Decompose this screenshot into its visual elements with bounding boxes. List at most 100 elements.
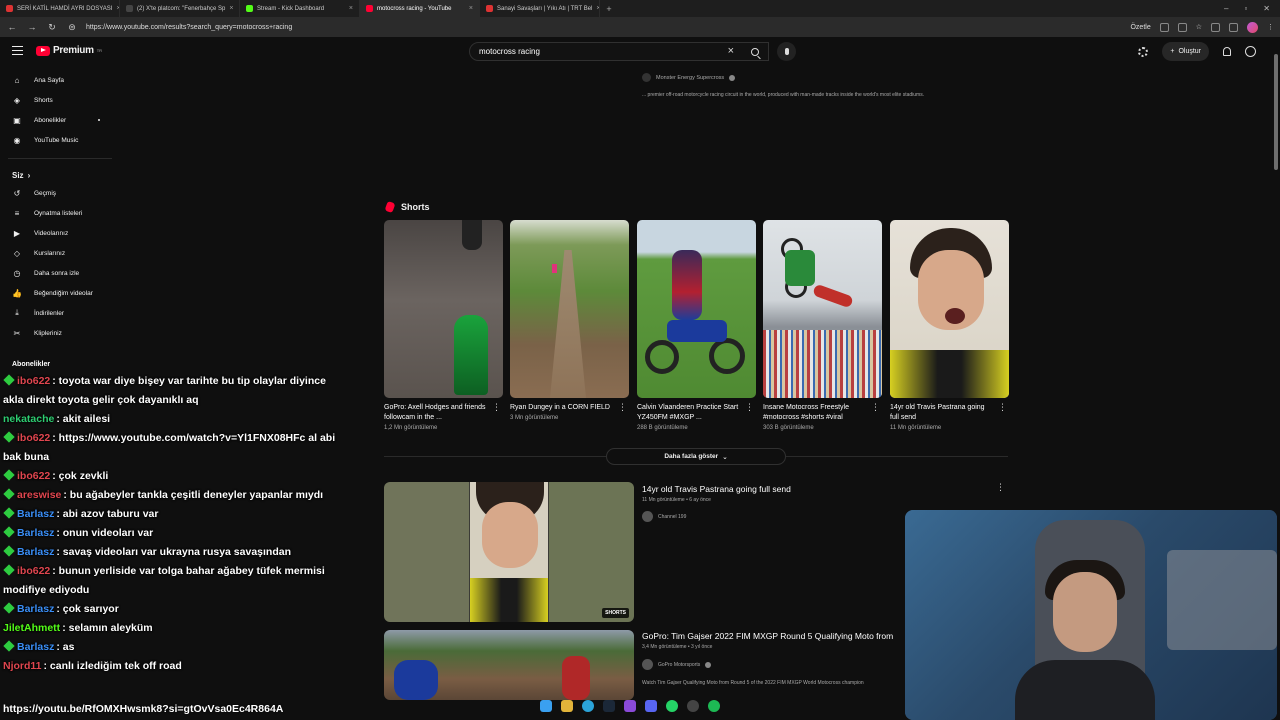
- search-button[interactable]: [741, 42, 769, 61]
- sidebar-item-playlists[interactable]: ≡ Oynatma listeleri: [0, 203, 120, 223]
- create-button[interactable]: + Oluştur: [1162, 42, 1209, 61]
- browser-tab[interactable]: Stream - Kick Dashboard ×: [240, 0, 360, 17]
- extension-gear-icon[interactable]: [1138, 46, 1149, 57]
- reload-icon[interactable]: ↻: [46, 22, 58, 33]
- video-channel[interactable]: GoPro Motorsports: [642, 659, 712, 670]
- video-title[interactable]: 14yr old Travis Pastrana going full send: [642, 484, 791, 494]
- sidebar-item-liked-videos[interactable]: 👍 Beğendiğim videolar: [0, 283, 120, 303]
- clock-icon: ◷: [13, 268, 21, 278]
- short-title-text: 14yr old Travis Pastrana going full send: [890, 404, 985, 421]
- url-field[interactable]: https://www.youtube.com/results?search_q…: [86, 24, 292, 31]
- short-card[interactable]: Ryan Dungey in a CORN FIELD ⋮ 3 Mn görünt…: [510, 220, 629, 421]
- chat-text: : bunun yerliside var tolga bahar ağabey…: [3, 565, 325, 596]
- sidebar-item-your-videos[interactable]: ▶ Videolarınız: [0, 223, 120, 243]
- account-avatar[interactable]: [1245, 46, 1256, 57]
- new-tab-button[interactable]: +: [600, 4, 618, 14]
- forward-icon[interactable]: →: [26, 22, 38, 32]
- video-thumbnail[interactable]: [384, 630, 634, 700]
- youtube-premium-logo[interactable]: Premium TR: [36, 45, 102, 56]
- video-channel[interactable]: Channel 199: [642, 511, 686, 522]
- hamburger-menu-icon[interactable]: [12, 46, 23, 55]
- more-options-icon[interactable]: ⋮: [492, 403, 501, 412]
- voice-search-button[interactable]: [777, 42, 796, 61]
- show-more-button[interactable]: Daha fazla göster ⌄: [606, 448, 786, 465]
- video-thumbnail[interactable]: SHORTS: [384, 482, 634, 622]
- search-input[interactable]: motocross racing ×: [469, 42, 769, 61]
- close-tab-icon[interactable]: ×: [229, 5, 233, 12]
- reader-icon[interactable]: [1159, 22, 1169, 32]
- short-card[interactable]: Calvin Vlaanderen Practice Start YZ450FM…: [637, 220, 756, 431]
- minimize-icon[interactable]: –: [1224, 4, 1228, 13]
- close-window-icon[interactable]: ✕: [1263, 4, 1270, 13]
- profile-avatar[interactable]: [1247, 21, 1258, 33]
- more-options-icon[interactable]: ⋮: [996, 482, 1005, 493]
- sidebar-item-youtube-music[interactable]: ◉ YouTube Music: [0, 130, 120, 150]
- windows-start-icon[interactable]: [540, 700, 552, 712]
- short-thumbnail[interactable]: [890, 220, 1009, 398]
- sidebar-you-header[interactable]: Siz ›: [0, 167, 120, 183]
- bookmark-star-icon[interactable]: ☆: [1196, 23, 1202, 31]
- clear-search-icon[interactable]: ×: [728, 45, 734, 57]
- short-title[interactable]: Insane Motocross Freestyle #motocross #s…: [763, 403, 882, 423]
- tab-label: motocross racing - YouTube: [377, 5, 452, 12]
- short-views: 303 B görüntüleme: [763, 425, 814, 431]
- chat-message: ibo622: çok zevkli: [3, 467, 343, 486]
- sidebar-item-shorts[interactable]: ◈ Shorts: [0, 90, 120, 110]
- verified-icon: [705, 661, 712, 668]
- browser-tab[interactable]: Sanayi Savaşları | Yıkı Atı | TRT Bel×: [480, 0, 600, 17]
- short-thumbnail[interactable]: [384, 220, 503, 398]
- top-result-channel[interactable]: Monster Energy Supercross: [642, 73, 736, 82]
- spotify-icon[interactable]: [708, 700, 720, 712]
- stream-chat-overlay: ibo622: toyota war diye bişey var tariht…: [3, 372, 343, 676]
- chat-text: : canlı izlediğim tek off road: [43, 660, 182, 672]
- short-title[interactable]: Ryan Dungey in a CORN FIELD ⋮: [510, 403, 629, 413]
- sidebar-item-clips[interactable]: ✂ Klipleriniz: [0, 323, 120, 343]
- close-tab-icon[interactable]: ×: [349, 5, 353, 12]
- site-info-icon[interactable]: ⊜: [66, 22, 78, 33]
- more-options-icon[interactable]: ⋮: [618, 403, 627, 412]
- short-card[interactable]: GoPro: Axell Hodges and friends followca…: [384, 220, 503, 431]
- sidebar-item-courses[interactable]: ◇ Kurslarınız: [0, 243, 120, 263]
- short-title[interactable]: GoPro: Axell Hodges and friends followca…: [384, 403, 503, 423]
- sidebar-item-history[interactable]: ↺ Geçmiş: [0, 183, 120, 203]
- tab-favicon-icon: [486, 5, 493, 12]
- short-card[interactable]: Insane Motocross Freestyle #motocross #s…: [763, 220, 882, 431]
- more-options-icon[interactable]: ⋮: [871, 403, 880, 412]
- short-thumbnail[interactable]: [510, 220, 629, 398]
- edge-icon[interactable]: [582, 700, 594, 712]
- back-icon[interactable]: ←: [6, 22, 18, 32]
- twitch-icon[interactable]: [624, 700, 636, 712]
- chat-username: ibo622: [17, 470, 51, 482]
- short-title[interactable]: Calvin Vlaanderen Practice Start YZ450FM…: [637, 403, 756, 423]
- extensions-icon[interactable]: [1211, 22, 1220, 32]
- search-icon: [751, 47, 759, 56]
- more-options-icon[interactable]: ⋮: [745, 403, 754, 412]
- sidebar-item-subscriptions[interactable]: ▣ Abonelikler: [0, 110, 120, 130]
- browser-tabbar: SERİ KATİL HAMDİ AYRI DOSYASI×(2) X'te p…: [0, 0, 1280, 17]
- sidebar-item-home[interactable]: ⌂ Ana Sayfa: [0, 70, 120, 90]
- video-title[interactable]: GoPro: Tim Gajser 2022 FIM MXGP Round 5 …: [642, 631, 893, 641]
- whatsapp-icon[interactable]: [666, 700, 678, 712]
- browser-menu-icon[interactable]: ⋮: [1267, 23, 1274, 31]
- page-scrollbar[interactable]: [1274, 54, 1278, 170]
- close-tab-icon[interactable]: ×: [469, 5, 473, 12]
- maximize-icon[interactable]: ▫: [1244, 4, 1247, 13]
- short-thumbnail[interactable]: [763, 220, 882, 398]
- browser-tab[interactable]: (2) X'te platcom: "Fenerbahçe Sp ×: [120, 0, 240, 17]
- notifications-bell-icon[interactable]: [1223, 47, 1231, 56]
- browser-tab[interactable]: SERİ KATİL HAMDİ AYRI DOSYASI×: [0, 0, 120, 17]
- sidebar-item-watch-later[interactable]: ◷ Daha sonra izle: [0, 263, 120, 283]
- short-thumbnail[interactable]: [637, 220, 756, 398]
- obs-icon[interactable]: [687, 700, 699, 712]
- more-options-icon[interactable]: ⋮: [998, 403, 1007, 412]
- steam-icon[interactable]: [603, 700, 615, 712]
- sidebar-item-downloads[interactable]: ⤓ İndirilenler: [0, 303, 120, 323]
- file-explorer-icon[interactable]: [561, 700, 573, 712]
- short-title[interactable]: 14yr old Travis Pastrana going full send…: [890, 403, 1009, 423]
- summarize-button[interactable]: Özetle: [1130, 24, 1150, 31]
- discord-icon[interactable]: [645, 700, 657, 712]
- short-card[interactable]: 14yr old Travis Pastrana going full send…: [890, 220, 1009, 431]
- browser-tab[interactable]: motocross racing - YouTube ×: [360, 0, 480, 17]
- split-view-icon[interactable]: [1229, 22, 1238, 32]
- translate-icon[interactable]: [1177, 22, 1187, 32]
